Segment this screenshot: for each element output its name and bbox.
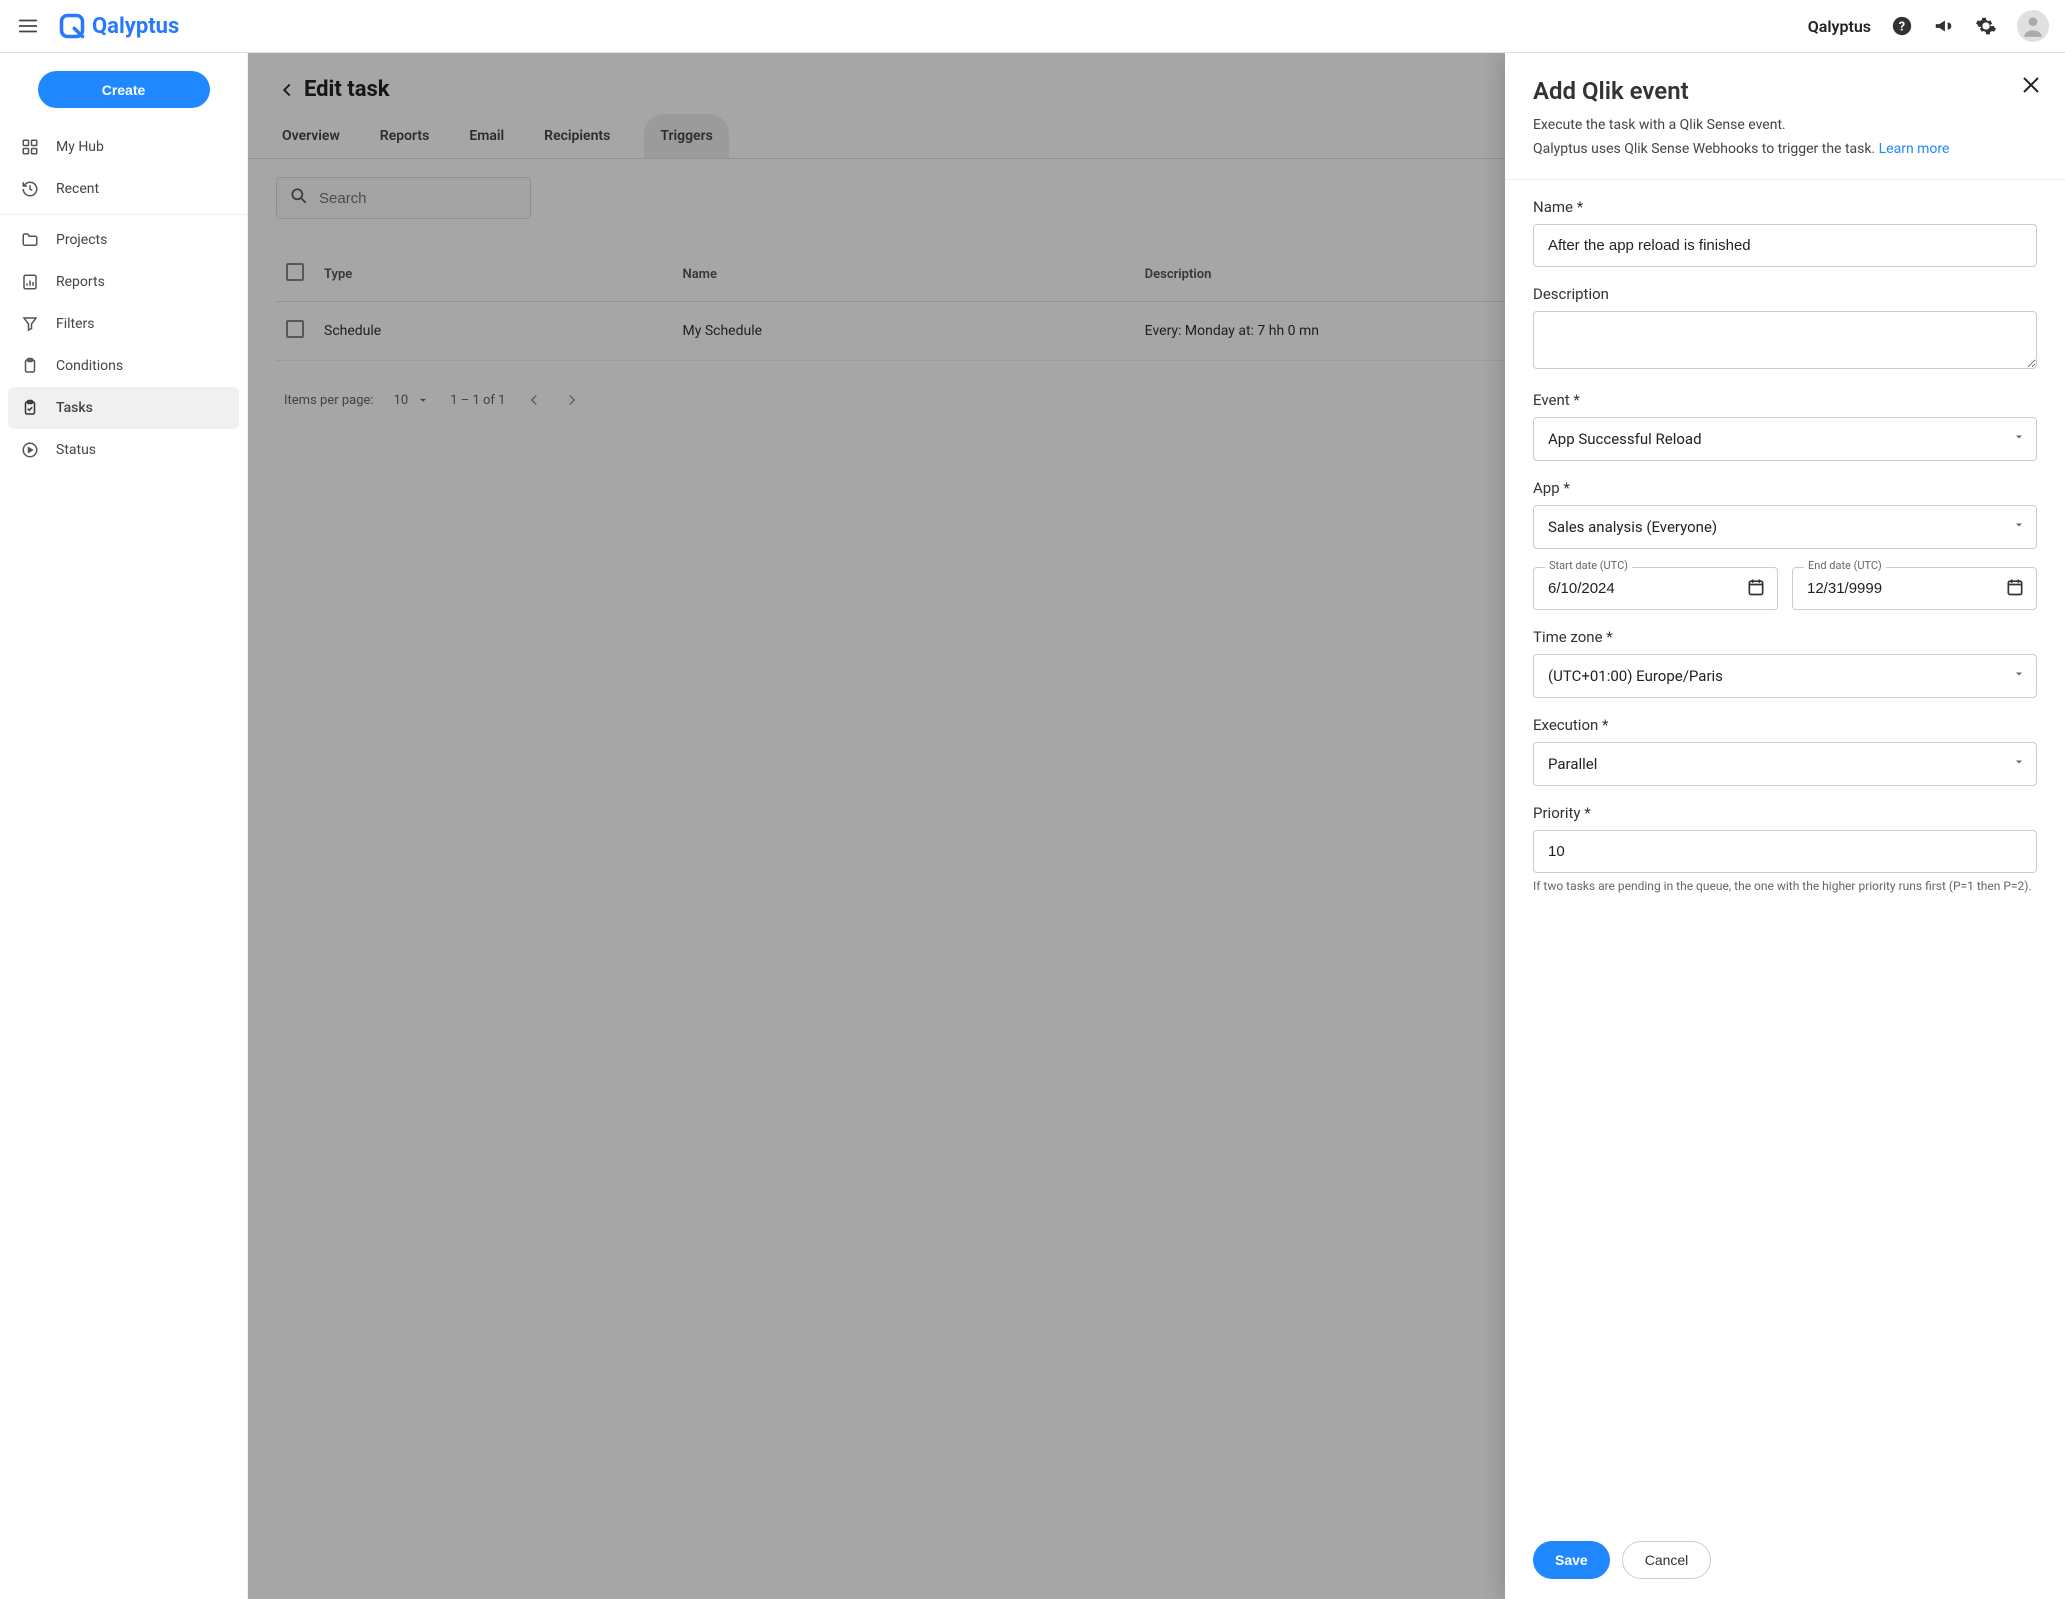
avatar[interactable]: [2017, 10, 2049, 42]
grid-icon: [20, 137, 40, 157]
help-icon[interactable]: ?: [1891, 15, 1913, 37]
sidebar-item-status[interactable]: Status: [0, 429, 247, 471]
sidebar-item-label: Recent: [56, 181, 99, 197]
play-icon: [20, 440, 40, 460]
hamburger-icon[interactable]: [16, 14, 40, 38]
learn-more-link[interactable]: Learn more: [1879, 141, 1950, 157]
sidebar-item-filters[interactable]: Filters: [0, 303, 247, 345]
sidebar-item-conditions[interactable]: Conditions: [0, 345, 247, 387]
description-label: Description: [1533, 285, 2037, 303]
calendar-icon[interactable]: [1746, 577, 1766, 601]
priority-hint: If two tasks are pending in the queue, t…: [1533, 879, 2037, 893]
timezone-select[interactable]: (UTC+01:00) Europe/Paris: [1533, 654, 2037, 698]
filter-icon: [20, 314, 40, 334]
drawer-subtitle-2: Qalyptus uses Qlik Sense Webhooks to tri…: [1533, 141, 2037, 157]
header-app-label: Qalyptus: [1808, 17, 1871, 36]
sidebar-item-recent[interactable]: Recent: [0, 168, 247, 210]
task-icon: [20, 398, 40, 418]
create-button[interactable]: Create: [38, 71, 210, 108]
drawer-add-qlik-event: Add Qlik event Execute the task with a Q…: [1505, 53, 2065, 1599]
start-date-input[interactable]: [1533, 567, 1778, 610]
sidebar-item-label: Filters: [56, 316, 95, 332]
end-date-label: End date (UTC): [1804, 559, 1886, 572]
cancel-button[interactable]: Cancel: [1622, 1541, 1712, 1579]
timezone-label: Time zone *: [1533, 628, 2037, 646]
app-select[interactable]: Sales analysis (Everyone): [1533, 505, 2037, 549]
sidebar-item-label: Conditions: [56, 358, 123, 374]
sidebar-item-reports[interactable]: Reports: [0, 261, 247, 303]
history-icon: [20, 179, 40, 199]
sidebar-item-myhub[interactable]: My Hub: [0, 126, 247, 168]
logo[interactable]: Qalyptus: [58, 12, 179, 40]
calendar-icon[interactable]: [2005, 577, 2025, 601]
sidebar-item-projects[interactable]: Projects: [0, 219, 247, 261]
event-label: Event *: [1533, 391, 2037, 409]
sidebar-item-label: Projects: [56, 232, 107, 248]
svg-text:?: ?: [1899, 20, 1905, 35]
sidebar-item-label: Tasks: [56, 400, 93, 416]
execution-select[interactable]: Parallel: [1533, 742, 2037, 786]
folder-icon: [20, 230, 40, 250]
start-date-label: Start date (UTC): [1545, 559, 1632, 572]
event-select[interactable]: App Successful Reload: [1533, 417, 2037, 461]
sidebar-item-label: My Hub: [56, 139, 104, 155]
end-date-input[interactable]: [1792, 567, 2037, 610]
priority-input[interactable]: [1533, 830, 2037, 873]
sidebar-item-label: Reports: [56, 274, 105, 290]
name-input[interactable]: [1533, 224, 2037, 267]
sidebar-item-label: Status: [56, 442, 96, 458]
app-header: Qalyptus Qalyptus ?: [0, 0, 2065, 53]
close-icon[interactable]: [2019, 73, 2043, 97]
priority-label: Priority *: [1533, 804, 2037, 822]
name-label: Name *: [1533, 198, 2037, 216]
drawer-title: Add Qlik event: [1533, 77, 2037, 105]
execution-label: Execution *: [1533, 716, 2037, 734]
chart-icon: [20, 272, 40, 292]
logo-text: Qalyptus: [92, 14, 179, 39]
announcement-icon[interactable]: [1933, 15, 1955, 37]
gear-icon[interactable]: [1975, 15, 1997, 37]
clipboard-icon: [20, 356, 40, 376]
description-textarea[interactable]: [1533, 311, 2037, 369]
save-button[interactable]: Save: [1533, 1541, 1610, 1579]
app-label: App *: [1533, 479, 2037, 497]
sidebar-item-tasks[interactable]: Tasks: [8, 387, 239, 429]
drawer-subtitle-1: Execute the task with a Qlik Sense event…: [1533, 117, 2037, 133]
sidebar: Create My Hub Recent Projects Reports Fi…: [0, 53, 248, 1599]
